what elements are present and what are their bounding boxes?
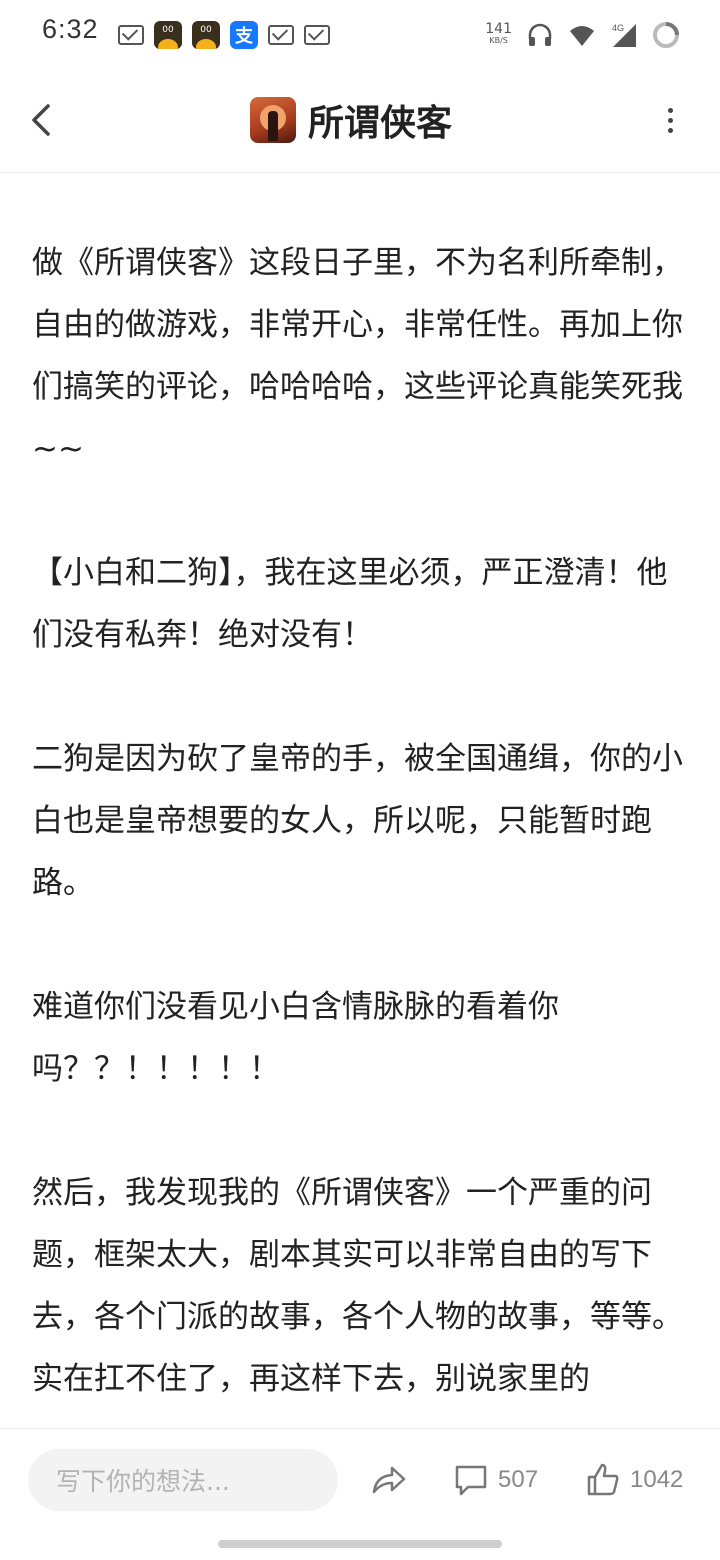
comment-input[interactable]: 写下你的想法...	[28, 1449, 338, 1511]
svg-text:4G: 4G	[612, 23, 624, 33]
comment-button[interactable]: 507	[452, 1459, 538, 1501]
app-header: 所谓侠客	[0, 68, 720, 173]
game-logo-icon	[250, 97, 296, 143]
notification-icons: 00 00 支	[118, 20, 330, 50]
page-title: 所谓侠客	[308, 103, 453, 144]
network-speed: 141 KB/S	[485, 21, 512, 45]
more-options-icon[interactable]	[664, 108, 676, 136]
header-title-group[interactable]: 所谓侠客	[250, 96, 452, 144]
bottom-action-bar: 写下你的想法... 507 1042	[0, 1428, 720, 1531]
mail-icon	[268, 25, 294, 45]
cellular-signal-icon: 4G	[612, 23, 636, 47]
article-paragraph: 【小白和二狗】，我在这里必须，严正澄清！他们没有私奔！绝对没有！	[32, 555, 668, 653]
like-count: 1042	[630, 1466, 684, 1493]
alipay-icon: 支	[230, 21, 258, 49]
article-paragraph: 二狗是因为砍了皇帝的手，被全国通缉，你的小白也是皇帝想要的女人，所以呢，只能暂时…	[32, 741, 683, 901]
share-icon	[372, 1466, 406, 1494]
share-button[interactable]	[368, 1459, 408, 1501]
mail-icon	[304, 25, 330, 45]
gesture-navigation-bar[interactable]	[218, 1540, 502, 1548]
battery-icon	[653, 22, 679, 48]
app-notification-icon: 00	[154, 21, 182, 49]
system-status-icons: 141 KB/S 4G	[485, 18, 680, 52]
status-time: 6:32	[42, 14, 99, 44]
thumbs-up-icon	[587, 1463, 619, 1496]
mail-icon	[118, 25, 144, 45]
article-paragraph: 难道你们没看见小白含情脉脉的看着你吗？？！！！！！	[32, 989, 559, 1087]
comment-icon	[455, 1465, 487, 1496]
back-arrow-icon[interactable]	[22, 98, 62, 142]
status-bar: 6:32 00 00 支 141 KB/S 4G	[0, 0, 720, 68]
article-paragraph: 然后，我发现我的《所谓侠客》一个严重的问题，框架太大，剧本其实可以非常自由的写下…	[32, 1175, 683, 1397]
app-notification-icon: 00	[192, 21, 220, 49]
headphones-icon	[528, 23, 552, 46]
article-body: 做《所谓侠客》这段日子里，不为名利所牵制，自由的做游戏，非常开心，非常任性。再加…	[32, 232, 692, 1472]
like-button[interactable]: 1042	[584, 1459, 683, 1501]
comment-count: 507	[498, 1466, 539, 1493]
article-paragraph: 做《所谓侠客》这段日子里，不为名利所牵制，自由的做游戏，非常开心，非常任性。再加…	[32, 245, 683, 467]
wifi-icon	[570, 26, 594, 46]
